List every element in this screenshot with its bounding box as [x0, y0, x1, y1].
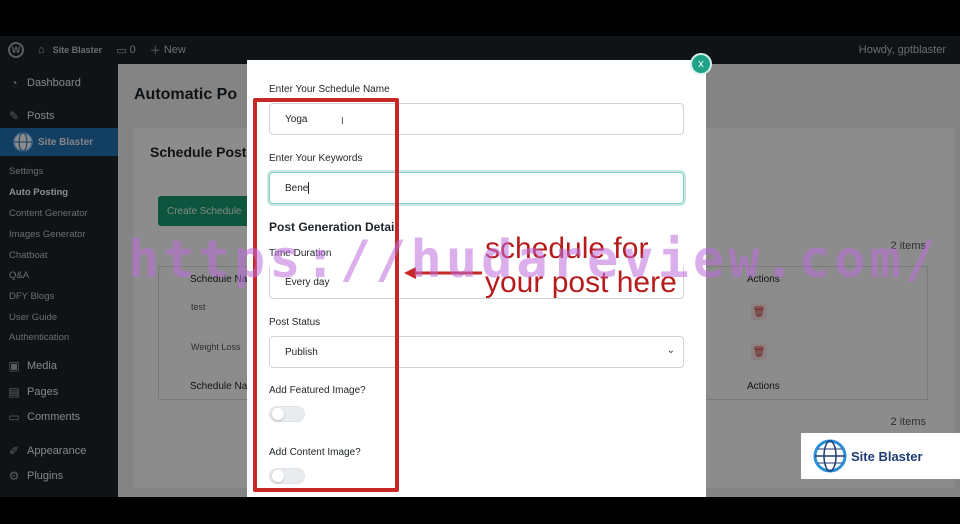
highlight-box	[253, 98, 399, 492]
schedule-name-label: Enter Your Schedule Name	[269, 84, 390, 95]
screen-frame: W ⌂ Site Blaster ▭ 0 ＋ New Howdy, gptbla…	[0, 36, 960, 497]
watermark-url: https://hudareview.com/	[128, 230, 941, 290]
site-blaster-logo: Site Blaster	[801, 433, 960, 479]
chevron-down-icon: ⌄	[666, 345, 675, 356]
globe-icon	[813, 439, 847, 473]
logo-text: Site Blaster	[851, 448, 923, 464]
modal-close-button[interactable]: x	[690, 53, 712, 75]
